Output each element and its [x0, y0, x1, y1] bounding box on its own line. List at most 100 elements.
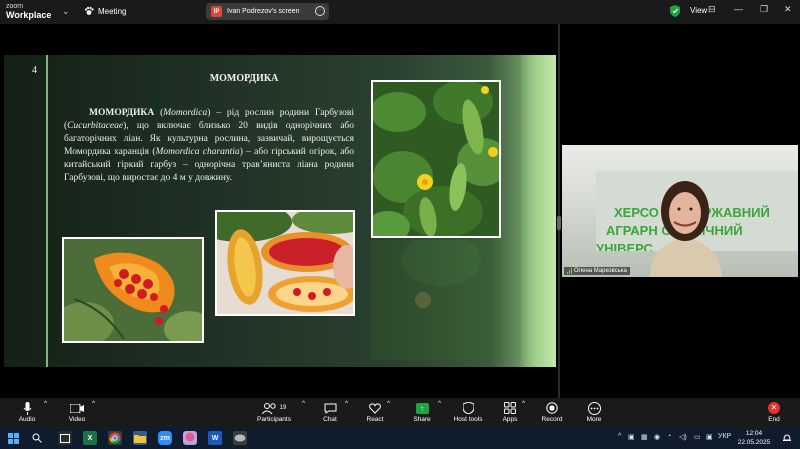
end-call-icon: ✕: [768, 402, 780, 414]
battery-icon[interactable]: ▭: [694, 433, 701, 441]
meeting-menu[interactable]: Meeting: [84, 6, 126, 16]
more-label: More: [586, 416, 602, 423]
share-arrow-icon: ↑: [415, 402, 429, 414]
resize-handle[interactable]: [557, 216, 561, 230]
app-icon-misc[interactable]: [233, 431, 247, 445]
apps-options-caret[interactable]: ^: [522, 400, 525, 407]
chat-bubble-icon: [320, 400, 340, 416]
share-options-caret[interactable]: ^: [438, 400, 441, 407]
file-explorer-icon[interactable]: [133, 431, 147, 445]
view-label: View: [690, 6, 708, 15]
video-camera-icon: [66, 400, 88, 416]
record-icon: [540, 400, 564, 416]
zoom-app-icon[interactable]: zm: [158, 431, 172, 445]
tray-icon[interactable]: ▣: [628, 433, 635, 441]
more-options-icon[interactable]: ···: [315, 6, 325, 16]
body-latin: Cucurbitaceae: [67, 121, 124, 131]
presentation-slide: 4 МОМОРДИКА МОМОРДИКА (Momordica) – рід …: [4, 55, 556, 367]
share-button[interactable]: ↑ Share: [411, 400, 433, 423]
signal-icon: [567, 268, 572, 274]
more-button[interactable]: More: [583, 400, 605, 423]
video-button[interactable]: Video: [66, 400, 88, 423]
system-clock[interactable]: 12:04 22.05.2025: [736, 429, 772, 447]
participants-options-caret[interactable]: ^: [302, 400, 305, 407]
windows-start-icon[interactable]: [6, 431, 20, 445]
slide-accent-line: [46, 55, 48, 367]
body-part: (: [154, 108, 164, 118]
end-meeting-button[interactable]: ✕ End: [764, 400, 784, 423]
apps-button[interactable]: Apps: [500, 400, 520, 423]
windows-taskbar: X zm W ^ ▣ ▦ ◉ ◔ ◁) ▭ ▣ УКР 12:04 22.05.…: [0, 427, 800, 449]
meeting-controls: Audio ^ Video ^ 19 Participants ^ Chat ^…: [0, 398, 800, 427]
shield-icon: [452, 400, 484, 416]
wifi-icon[interactable]: ◔: [667, 433, 671, 440]
record-button[interactable]: Record: [540, 400, 564, 423]
shared-screen: 4 МОМОРДИКА МОМОРДИКА (Momordica) – рід …: [0, 24, 558, 398]
meeting-label: Meeting: [98, 6, 127, 16]
chat-options-caret[interactable]: ^: [345, 400, 348, 407]
minimize-icon[interactable]: —: [734, 4, 743, 14]
audio-label: Audio: [18, 416, 36, 423]
chrome-icon[interactable]: [108, 431, 122, 445]
sharer-avatar: IP: [211, 6, 222, 17]
task-view-icon[interactable]: [58, 431, 72, 445]
panel-divider[interactable]: [558, 24, 560, 398]
restore-icon[interactable]: ❐: [760, 4, 768, 15]
excel-icon[interactable]: X: [83, 431, 97, 445]
momordica-vine-photo: [371, 80, 501, 238]
app-icon[interactable]: [183, 431, 197, 445]
brand-line2: Workplace: [6, 10, 52, 20]
chat-label: Chat: [323, 416, 337, 423]
volume-icon[interactable]: ◁): [679, 433, 687, 441]
ripe-fruit-seeds-photo: [62, 237, 204, 343]
chat-button[interactable]: Chat: [320, 400, 340, 423]
share-label-text: Share: [413, 416, 431, 423]
word-icon[interactable]: W: [208, 431, 222, 445]
participants-icon: 19: [255, 400, 293, 416]
apps-icon: [500, 400, 520, 416]
slide-number: 4: [32, 65, 37, 76]
view-options-icon[interactable]: ⊟: [708, 4, 716, 15]
record-label: Record: [541, 416, 563, 423]
notification-bell-icon[interactable]: [782, 433, 792, 443]
react-options-caret[interactable]: ^: [387, 400, 390, 407]
chevron-down-icon[interactable]: ⌄: [62, 6, 70, 17]
end-label: End: [768, 416, 780, 423]
body-lead: МОМОРДИКА: [89, 108, 155, 118]
halved-fruit-photo: [215, 210, 355, 316]
slide-title: МОМОРДИКА: [209, 73, 279, 84]
close-icon[interactable]: ✕: [784, 4, 792, 15]
view-menu[interactable]: View: [690, 6, 707, 15]
participants-button[interactable]: 19 Participants: [255, 400, 293, 423]
participant-person: [650, 181, 722, 277]
participants-label: Participants: [257, 416, 291, 423]
show-hidden-icons[interactable]: ^: [618, 433, 621, 440]
slide-body-text: МОМОРДИКА (Momordica) – рід рослин родин…: [64, 107, 354, 185]
audio-button[interactable]: Audio: [16, 400, 38, 423]
paw-icon: [84, 6, 94, 16]
heart-icon: [364, 400, 386, 416]
search-icon[interactable]: [30, 431, 44, 445]
slide-right-glow: [518, 55, 556, 367]
clock-date: 22.05.2025: [737, 439, 771, 446]
shield-icon[interactable]: [670, 5, 680, 17]
participant-name-tag: Олена Марковська: [564, 267, 630, 275]
photo-reflection: [371, 240, 501, 360]
video-label: Video: [68, 416, 86, 423]
zoom-logo: zoom Workplace: [6, 2, 51, 20]
video-options-caret[interactable]: ^: [92, 400, 95, 407]
tray-icon[interactable]: ◉: [654, 433, 660, 441]
host-tools-label: Host tools: [453, 416, 483, 423]
host-tools-button[interactable]: Host tools: [452, 400, 484, 423]
input-language[interactable]: УКР: [718, 433, 731, 440]
body-latin: Momordica charantia: [155, 147, 240, 157]
participant-video-tile[interactable]: ХЕРСО ИЙ ДЕРЖАВНИЙ АГРАРН ОНОМІЧНИЙ УНІВ…: [562, 145, 798, 277]
clock-time: 12:04: [745, 430, 763, 437]
microphone-icon: [16, 400, 38, 416]
audio-options-caret[interactable]: ^: [44, 400, 47, 407]
tray-icon[interactable]: ▦: [641, 433, 648, 441]
tray-icon[interactable]: ▣: [706, 433, 713, 441]
share-label: Ivan Podrezov's screen: [227, 8, 300, 15]
react-button[interactable]: React: [364, 400, 386, 423]
screen-share-indicator[interactable]: IP Ivan Podrezov's screen ···: [206, 3, 329, 20]
